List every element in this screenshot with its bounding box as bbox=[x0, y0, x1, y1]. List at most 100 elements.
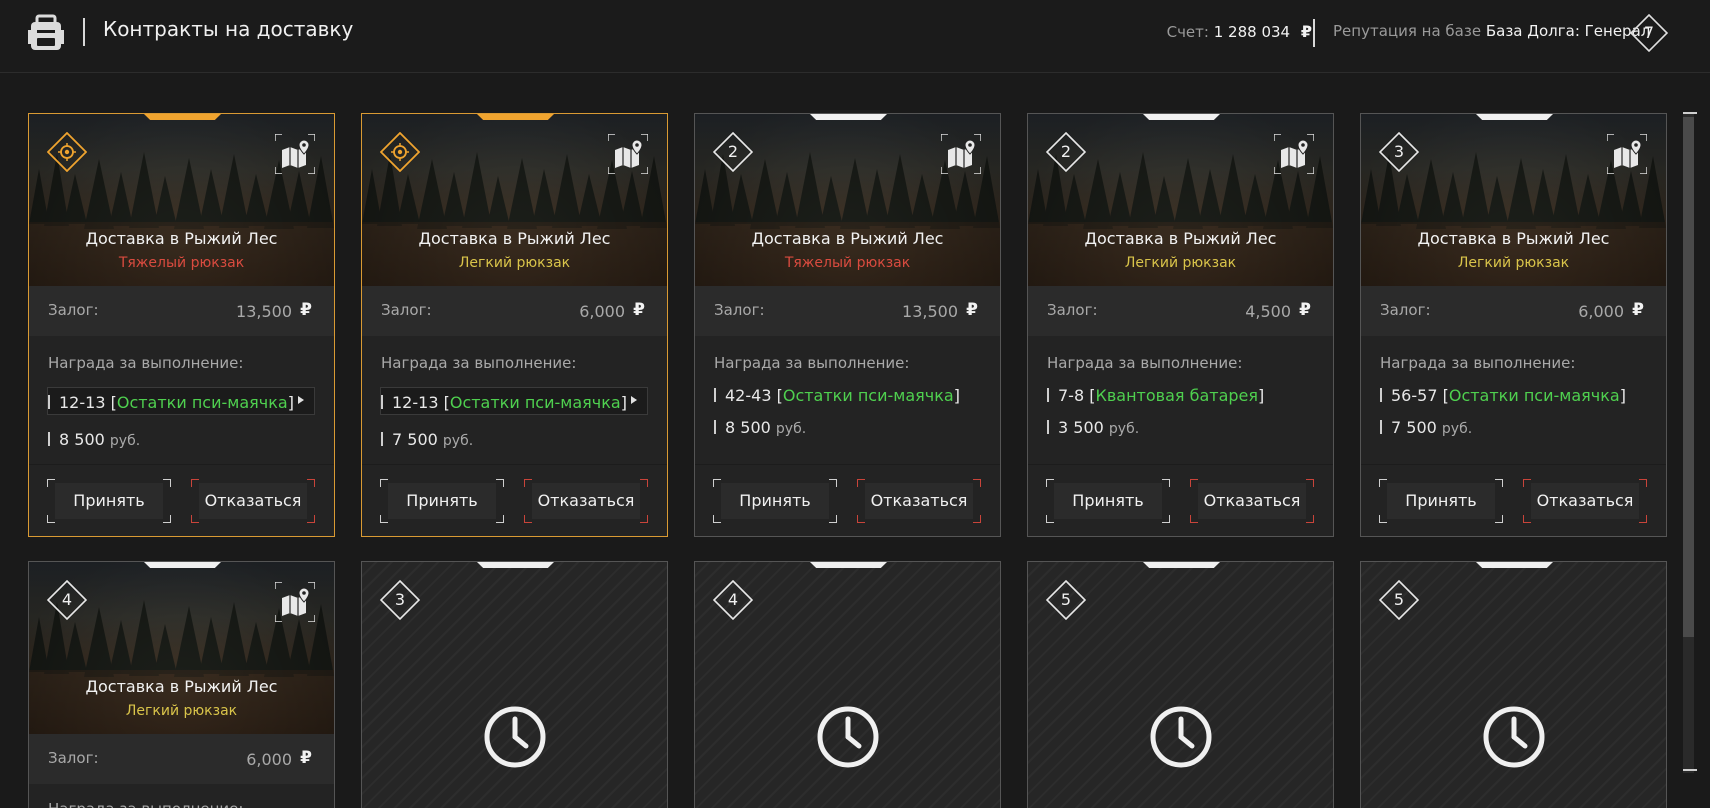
top-bar: Контракты на доставку Счет: 1 288 034 ₽ … bbox=[0, 0, 1710, 73]
balance-value: 1 288 034 bbox=[1213, 23, 1291, 41]
map-pin-icon[interactable] bbox=[941, 134, 981, 174]
contract-subtitle: Легкий рюкзак bbox=[125, 703, 238, 719]
contract-level: 2 bbox=[727, 142, 739, 161]
balance-display: Счет: 1 288 034 ₽ bbox=[1167, 22, 1312, 41]
accept-button[interactable]: Принять bbox=[1379, 479, 1503, 523]
contract-title: Доставка в Рыжий Лес bbox=[1084, 229, 1277, 248]
reward-money-row: 8 500 руб. bbox=[714, 418, 806, 437]
level-diamond-icon: 3 bbox=[380, 580, 420, 620]
contract-subtitle: Тяжелый рюкзак bbox=[784, 255, 911, 271]
clock-icon bbox=[483, 705, 547, 769]
card-actions: Принять Отказаться bbox=[695, 464, 1000, 536]
accept-button[interactable]: Принять bbox=[1046, 479, 1170, 523]
reward-money: 7 500 bbox=[392, 430, 438, 449]
map-pin-icon[interactable] bbox=[1274, 134, 1314, 174]
card-top-tab bbox=[144, 114, 221, 120]
deposit-value: 4,500 bbox=[1245, 302, 1291, 321]
reward-item-row: 12-13 [Остатки пси-маячка] bbox=[48, 393, 294, 412]
decline-button[interactable]: Отказаться bbox=[1523, 479, 1647, 523]
level-diamond-icon: 7 bbox=[1630, 14, 1668, 52]
reputation-level: 7 bbox=[1643, 23, 1655, 42]
contract-level: 3 bbox=[394, 590, 406, 609]
level-diamond-icon: 3 bbox=[1379, 132, 1419, 172]
decline-button-label: Отказаться bbox=[532, 483, 640, 519]
contract-card: 3 Доставка в Рыжий Лес Легкий рюкзак Зал… bbox=[1360, 113, 1667, 537]
map-pin-icon[interactable] bbox=[275, 134, 315, 174]
contract-card: Доставка в Рыжий Лес Легкий рюкзак Залог… bbox=[361, 113, 668, 537]
money-unit: руб. bbox=[442, 433, 474, 449]
accept-button[interactable]: Принять bbox=[47, 479, 171, 523]
ruble-icon: ₽ bbox=[300, 748, 312, 768]
level-diamond-icon: 5 bbox=[1379, 580, 1419, 620]
contract-subtitle: Легкий рюкзак bbox=[458, 255, 571, 271]
reward-money-row: 7 500 руб. bbox=[381, 430, 473, 449]
faction-emblem-icon bbox=[47, 132, 87, 172]
deposit-value: 6,000 bbox=[1578, 302, 1624, 321]
clock-icon bbox=[1482, 705, 1546, 769]
map-pin-icon[interactable] bbox=[1607, 134, 1647, 174]
reputation-value: База Долга: Генерал bbox=[1485, 22, 1651, 40]
ruble-icon: ₽ bbox=[966, 300, 978, 320]
reward-money: 3 500 bbox=[1058, 418, 1104, 437]
decline-button[interactable]: Отказаться bbox=[191, 479, 315, 523]
decline-button[interactable]: Отказаться bbox=[1190, 479, 1314, 523]
money-unit: руб. bbox=[109, 433, 141, 449]
header-divider bbox=[83, 18, 85, 46]
deposit-label: Залог: bbox=[714, 301, 765, 319]
reward-item-name: Остатки пси-маячка bbox=[1448, 386, 1620, 405]
faction-emblem-icon bbox=[380, 132, 420, 172]
reward-item-name: Остатки пси-маячка bbox=[782, 386, 954, 405]
reward-quantity: 12-13 bbox=[392, 393, 439, 412]
card-actions: Принять Отказаться bbox=[29, 464, 334, 536]
reputation-display: Репутация на базе База Долга: Генерал bbox=[1333, 22, 1650, 40]
deposit-label: Залог: bbox=[381, 301, 432, 319]
accept-button[interactable]: Принять bbox=[713, 479, 837, 523]
reward-label: Награда за выполнение: bbox=[1380, 354, 1576, 372]
reward-item-row: 7-8 [Квантовая батарея] bbox=[1047, 386, 1264, 405]
ruble-icon: ₽ bbox=[1300, 22, 1312, 41]
card-actions: Принять Отказаться bbox=[1028, 464, 1333, 536]
reward-item-name: Квантовая батарея bbox=[1095, 386, 1259, 405]
decline-button[interactable]: Отказаться bbox=[524, 479, 648, 523]
map-pin-icon[interactable] bbox=[275, 582, 315, 622]
deposit-row: Залог: 6,000 ₽ bbox=[362, 286, 667, 336]
ruble-icon: ₽ bbox=[1632, 300, 1644, 320]
level-diamond-icon: 5 bbox=[1046, 580, 1086, 620]
card-top-tab bbox=[477, 562, 554, 568]
money-unit: руб. bbox=[1108, 421, 1140, 437]
money-unit: руб. bbox=[1441, 421, 1473, 437]
accept-button[interactable]: Принять bbox=[380, 479, 504, 523]
deposit-value: 13,500 bbox=[236, 302, 292, 321]
accept-button-label: Принять bbox=[1387, 483, 1495, 519]
deposit-value: 6,000 bbox=[246, 750, 292, 769]
contract-card: 4 Доставка в Рыжий Лес Легкий рюкзак Зал… bbox=[28, 561, 335, 808]
contract-level: 5 bbox=[1060, 590, 1072, 609]
contract-card: 2 Доставка в Рыжий Лес Легкий рюкзак Зал… bbox=[1027, 113, 1334, 537]
reputation-label: Репутация на базе bbox=[1333, 22, 1482, 40]
deposit-label: Залог: bbox=[1380, 301, 1431, 319]
contract-title: Доставка в Рыжий Лес bbox=[418, 229, 611, 248]
deposit-row: Залог: 6,000 ₽ bbox=[1361, 286, 1666, 336]
contract-title: Доставка в Рыжий Лес bbox=[751, 229, 944, 248]
accept-button-label: Принять bbox=[721, 483, 829, 519]
scrollbar-thumb[interactable] bbox=[1683, 117, 1694, 637]
deposit-value: 13,500 bbox=[902, 302, 958, 321]
ruble-icon: ₽ bbox=[1299, 300, 1311, 320]
reward-label: Награда за выполнение: bbox=[714, 354, 910, 372]
reward-quantity: 56-57 bbox=[1391, 386, 1438, 405]
reward-item-row: 12-13 [Остатки пси-маячка] bbox=[381, 393, 627, 412]
ruble-icon: ₽ bbox=[300, 300, 312, 320]
decline-button-label: Отказаться bbox=[865, 483, 973, 519]
reward-money: 8 500 bbox=[59, 430, 105, 449]
contract-level: 5 bbox=[1393, 590, 1405, 609]
reward-money: 7 500 bbox=[1391, 418, 1437, 437]
card-actions: Принять Отказаться bbox=[362, 464, 667, 536]
card-actions: Принять Отказаться bbox=[1361, 464, 1666, 536]
decline-button[interactable]: Отказаться bbox=[857, 479, 981, 523]
map-pin-icon[interactable] bbox=[608, 134, 648, 174]
decline-button-label: Отказаться bbox=[1198, 483, 1306, 519]
ruble-icon: ₽ bbox=[633, 300, 645, 320]
contract-title: Доставка в Рыжий Лес bbox=[1417, 229, 1610, 248]
contract-subtitle: Легкий рюкзак bbox=[1124, 255, 1237, 271]
reward-item-row: 42-43 [Остатки пси-маячка] bbox=[714, 386, 960, 405]
